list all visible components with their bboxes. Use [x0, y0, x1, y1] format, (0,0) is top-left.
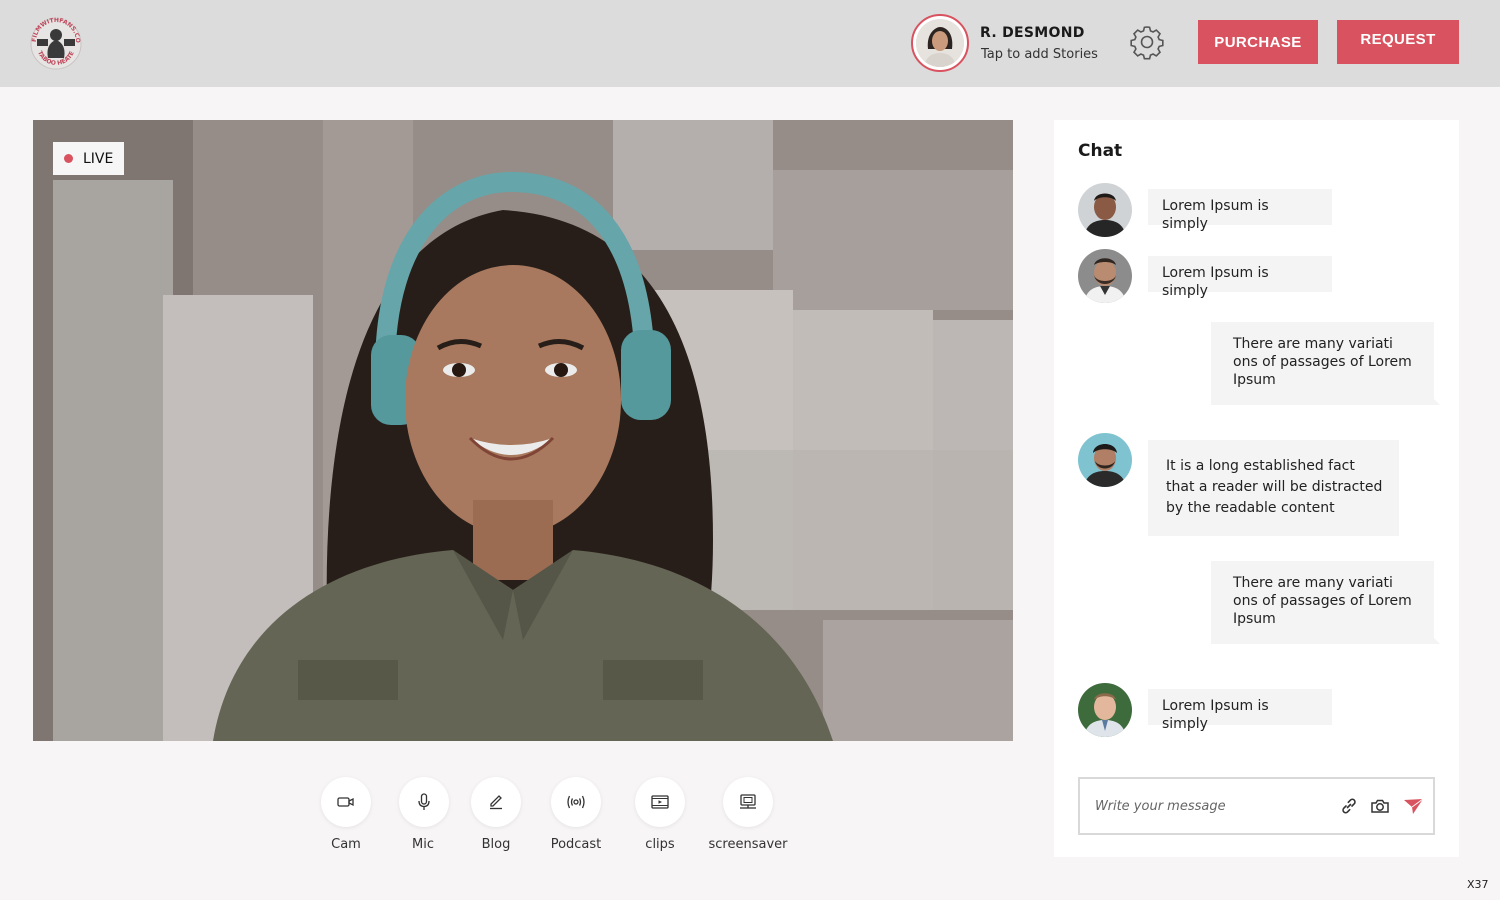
chat-message: Lorem Ipsum is simply: [1148, 256, 1332, 299]
screensaver-icon[interactable]: [723, 777, 773, 827]
link-icon[interactable]: [1338, 795, 1360, 817]
request-button[interactable]: REQUEST: [1337, 20, 1459, 64]
pencil-icon[interactable]: [471, 777, 521, 827]
profile-avatar[interactable]: [911, 14, 969, 72]
camera-icon[interactable]: [1369, 795, 1391, 817]
chat-title: Chat: [1078, 141, 1123, 161]
live-label: LIVE: [83, 150, 114, 167]
purchase-button[interactable]: PURCHASE: [1198, 20, 1318, 64]
chat-user-avatar[interactable]: [1078, 183, 1132, 237]
add-stories-link[interactable]: Tap to add Stories: [981, 47, 1098, 62]
chat-panel: Chat Lorem Ipsum is simply Lorem Ipsum i…: [1054, 120, 1459, 857]
camera-icon[interactable]: [321, 777, 371, 827]
live-badge: LIVE: [53, 142, 124, 175]
chat-user-avatar[interactable]: [1078, 249, 1132, 303]
message-composer: [1078, 777, 1435, 835]
video-clip-icon[interactable]: [635, 777, 685, 827]
chat-message: Lorem Ipsum is simply: [1148, 189, 1332, 232]
message-input[interactable]: [1095, 796, 1325, 816]
send-icon[interactable]: [1402, 795, 1424, 817]
chat-message: Lorem Ipsum is simply: [1148, 689, 1332, 732]
live-dot-icon: [64, 154, 73, 163]
chat-user-avatar[interactable]: [1078, 683, 1132, 737]
chat-user-avatar[interactable]: [1078, 433, 1132, 487]
broadcast-icon[interactable]: [551, 777, 601, 827]
footer-code: X37: [1467, 878, 1489, 891]
chat-message-own: There are many variati ons of passages o…: [1211, 561, 1440, 644]
brand-logo[interactable]: FILMWITHFANS.COM TABOO HEATED: [25, 7, 84, 78]
video-frame-image: [33, 120, 1013, 741]
chat-message: It is a long established fact that a rea…: [1148, 440, 1399, 536]
settings-gear-icon[interactable]: [1128, 23, 1166, 61]
control-label: clips: [645, 837, 675, 852]
top-header: FILMWITHFANS.COM TABOO HEATED R. DESMOND…: [0, 0, 1500, 87]
profile-name[interactable]: R. DESMOND: [980, 25, 1085, 41]
control-label: screensaver: [708, 837, 788, 852]
live-video-stream[interactable]: [33, 120, 1013, 741]
chat-message-own: There are many variati ons of passages o…: [1211, 322, 1440, 405]
mic-icon[interactable]: [399, 777, 449, 827]
